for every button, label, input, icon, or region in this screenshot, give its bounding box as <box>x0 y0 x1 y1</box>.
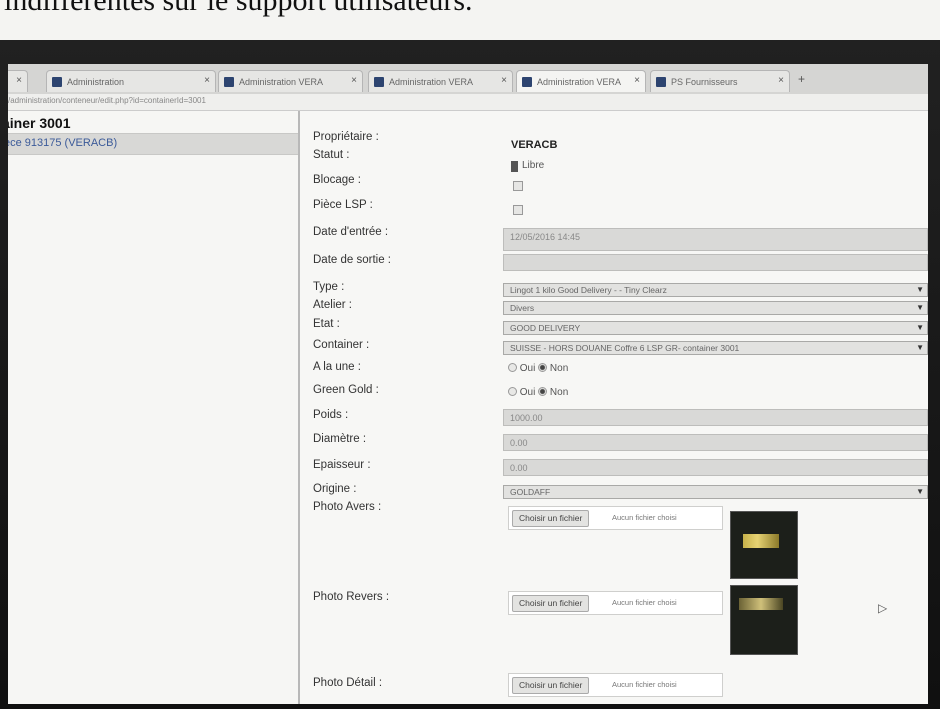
tab-label: Administration VERA <box>239 77 324 87</box>
origine-select-value: GOLDAFF <box>510 487 551 497</box>
etat-select-value: GOOD DELIVERY <box>510 323 581 333</box>
label-photo-detail: Photo Détail : <box>313 677 383 689</box>
origine-select[interactable]: GOLDAFF ▼ <box>503 485 928 499</box>
label-green-gold: Green Gold : <box>313 384 379 396</box>
green-gold-non-radio[interactable] <box>538 387 548 396</box>
label-proprietaire: Propriétaire : <box>313 131 379 143</box>
close-icon[interactable]: × <box>634 75 640 86</box>
photo-revers-thumbnail[interactable] <box>730 585 798 655</box>
tab-administration[interactable]: Administration × <box>46 70 216 92</box>
diametre-field[interactable]: 0.00 <box>503 434 928 451</box>
chevron-down-icon: ▼ <box>916 303 924 312</box>
panel-title: ainer 3001 <box>8 115 71 131</box>
radio-label-oui: Oui <box>519 387 536 398</box>
favicon-icon <box>224 77 234 87</box>
chevron-down-icon: ▼ <box>916 285 924 294</box>
a-la-une-oui-radio[interactable] <box>508 363 517 372</box>
close-icon[interactable]: × <box>16 75 22 86</box>
mouse-cursor-icon: ▷ <box>878 601 888 615</box>
choose-file-button[interactable]: Choisir un fichier <box>512 595 590 612</box>
tab-bar: × Administration × Administration VERA ×… <box>8 64 928 95</box>
close-icon[interactable]: × <box>778 75 784 86</box>
favicon-icon <box>374 77 384 87</box>
label-container: Container : <box>313 339 370 351</box>
label-blocage: Blocage : <box>313 174 361 186</box>
left-panel: ainer 3001 ece 913175 (VERACB) <box>8 111 300 704</box>
favicon-icon <box>656 77 666 87</box>
screen: × Administration × Administration VERA ×… <box>8 64 928 704</box>
blocage-checkbox[interactable] <box>513 181 523 191</box>
tab-administration-vera-1[interactable]: Administration VERA × <box>218 70 363 92</box>
tab-partial[interactable]: × <box>8 70 28 92</box>
atelier-select-value: Divers <box>510 303 535 313</box>
tab-administration-vera-2[interactable]: Administration VERA × <box>368 70 513 92</box>
piece-lsp-checkbox[interactable] <box>513 205 523 215</box>
page-content: ainer 3001 ece 913175 (VERACB) Propriéta… <box>8 111 928 704</box>
choose-file-button[interactable]: Choisir un fichier <box>512 677 590 694</box>
tab-fournisseurs[interactable]: PS Fournisseurs × <box>650 70 790 92</box>
gold-bar-image <box>743 534 779 548</box>
file-status: Aucun fichier choisi <box>612 598 677 607</box>
address-bar[interactable]: /administration/conteneur/edit.php?id=co… <box>8 94 928 111</box>
label-a-la-une: A la une : <box>313 361 361 373</box>
date-sortie-field[interactable] <box>503 254 928 271</box>
close-icon[interactable]: × <box>204 75 210 86</box>
owner-value: VERACB <box>511 139 558 151</box>
label-origine: Origine : <box>313 483 357 495</box>
label-epaisseur: Epaisseur : <box>313 459 371 471</box>
type-select-value: Lingot 1 kilo Good Delivery - - Tiny Cle… <box>510 285 667 295</box>
poids-field[interactable]: 1000.00 <box>503 409 928 426</box>
chevron-down-icon: ▼ <box>916 323 924 332</box>
label-photo-revers: Photo Revers : <box>313 591 390 603</box>
label-atelier: Atelier : <box>313 299 352 311</box>
chevron-down-icon: ▼ <box>916 343 924 352</box>
gold-bar-image <box>739 598 783 610</box>
label-type: Type : <box>313 281 345 293</box>
green-gold-oui-radio[interactable] <box>508 387 517 396</box>
label-piece-lsp: Pièce LSP : <box>313 199 373 211</box>
atelier-select[interactable]: Divers ▼ <box>503 301 928 315</box>
label-date-sortie: Date de sortie : <box>313 254 391 266</box>
radio-label-non: Non <box>549 363 569 374</box>
status-icon <box>511 161 518 172</box>
label-date-entree: Date d'entrée : <box>313 226 389 238</box>
container-select[interactable]: SUISSE - HORS DOUANE Coffre 6 LSP GR- co… <box>503 341 928 355</box>
date-entree-field[interactable]: 12/05/2016 14:45 <box>503 228 928 251</box>
photo-caption: indifférentes sur le support utilisateur… <box>0 0 940 40</box>
close-icon[interactable]: × <box>501 75 507 86</box>
tab-label: Administration <box>67 77 125 87</box>
a-la-une-radio-group: Oui Non <box>508 363 568 374</box>
status-value: Libre <box>522 160 545 171</box>
label-photo-avers: Photo Avers : <box>313 501 382 513</box>
tab-label: Administration VERA <box>389 77 474 87</box>
radio-label-oui: Oui <box>519 363 536 374</box>
url-text[interactable]: /administration/conteneur/edit.php?id=co… <box>8 96 206 105</box>
tab-label: PS Fournisseurs <box>671 77 738 87</box>
close-icon[interactable]: × <box>351 75 357 86</box>
a-la-une-non-radio[interactable] <box>538 363 548 372</box>
list-item-link[interactable]: ece 913175 (VERACB) <box>8 137 117 149</box>
label-statut: Statut : <box>313 149 350 161</box>
caption-text: indifférentes sur le support utilisateur… <box>4 0 473 17</box>
epaisseur-field[interactable]: 0.00 <box>503 459 928 476</box>
favicon-icon <box>52 77 62 87</box>
etat-select[interactable]: GOOD DELIVERY ▼ <box>503 321 928 335</box>
list-item[interactable]: ece 913175 (VERACB) <box>8 133 298 155</box>
label-etat: Etat : <box>313 318 340 330</box>
new-tab-icon[interactable]: + <box>798 72 805 86</box>
chevron-down-icon: ▼ <box>916 487 924 496</box>
choose-file-button[interactable]: Choisir un fichier <box>512 510 590 527</box>
container-select-value: SUISSE - HORS DOUANE Coffre 6 LSP GR- co… <box>510 343 740 353</box>
label-diametre: Diamètre : <box>313 433 367 445</box>
tab-administration-vera-active[interactable]: Administration VERA × <box>516 70 646 92</box>
photo-avers-thumbnail[interactable] <box>730 511 798 579</box>
type-select[interactable]: Lingot 1 kilo Good Delivery - - Tiny Cle… <box>503 283 928 297</box>
label-poids: Poids : <box>313 409 349 421</box>
tab-label: Administration VERA <box>537 77 622 87</box>
favicon-icon <box>522 77 532 87</box>
radio-label-non: Non <box>549 387 569 398</box>
file-status: Aucun fichier choisi <box>612 680 677 689</box>
file-status: Aucun fichier choisi <box>612 513 677 522</box>
green-gold-radio-group: Oui Non <box>508 387 568 398</box>
